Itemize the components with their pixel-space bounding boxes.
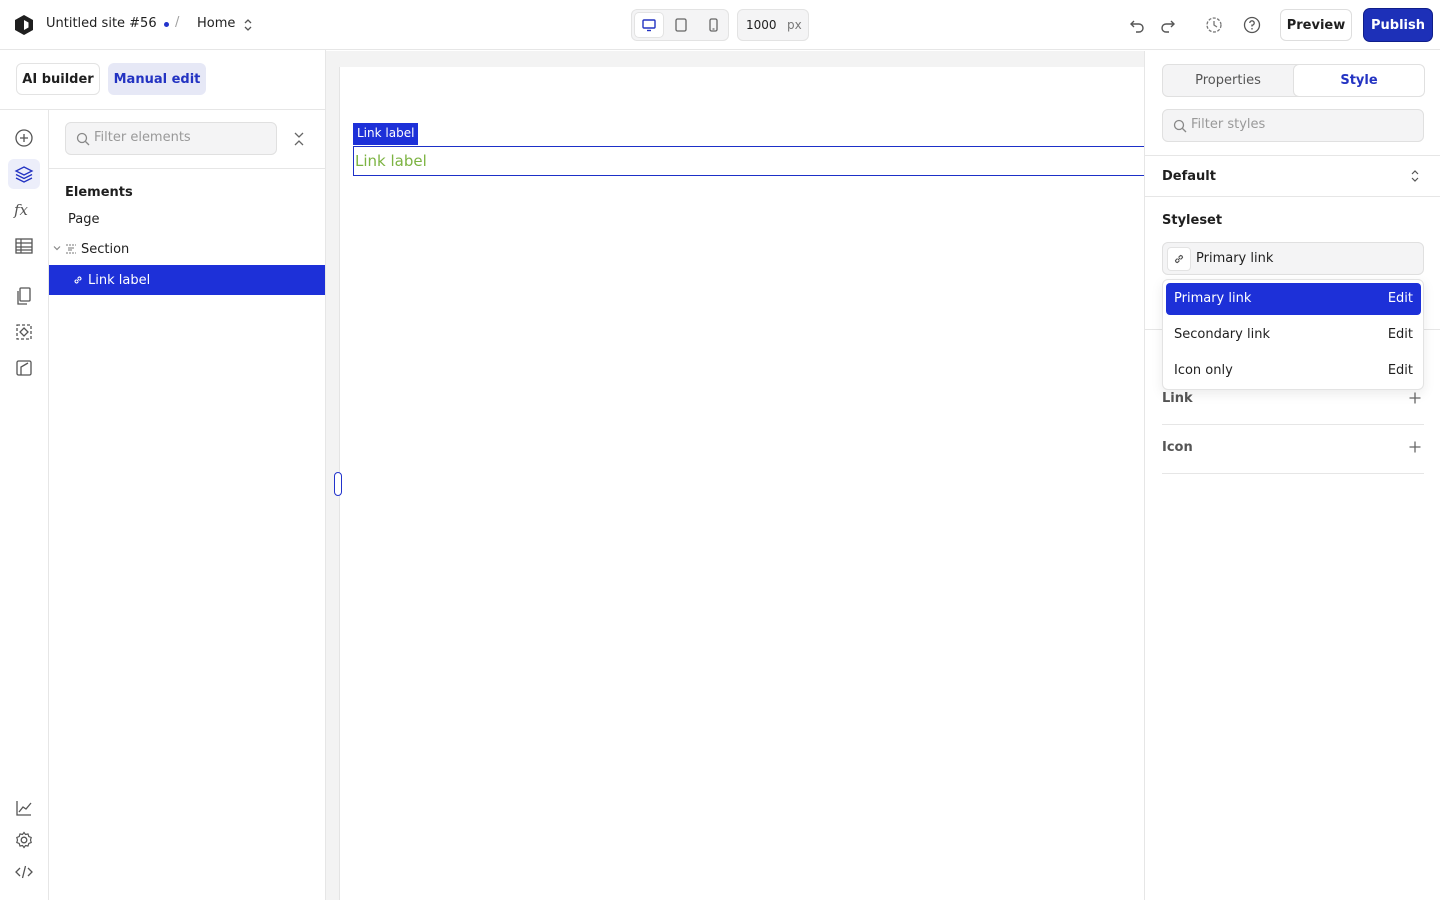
tree-item-link-label[interactable]: Link label	[49, 265, 325, 295]
chevron-up-down-icon	[1409, 169, 1421, 183]
svg-text:fx: fx	[13, 201, 29, 219]
tab-style[interactable]: Style	[1294, 65, 1424, 96]
unsaved-dot-icon	[164, 22, 169, 27]
styleset-option-icon-only[interactable]: Icon only Edit	[1166, 355, 1421, 387]
panel-tabs: Properties Style	[1162, 64, 1424, 97]
components-icon[interactable]	[8, 317, 40, 347]
filter-styles-field[interactable]	[1162, 109, 1424, 142]
history-icon[interactable]	[1204, 15, 1224, 35]
search-icon	[76, 132, 90, 146]
tab-properties[interactable]: Properties	[1163, 65, 1293, 96]
page-selector[interactable]: Home	[197, 16, 235, 31]
preview-button[interactable]: Preview	[1280, 9, 1352, 41]
tablet-icon[interactable]	[667, 13, 695, 37]
styleset-option-secondary-link[interactable]: Secondary link Edit	[1166, 319, 1421, 351]
elements-panel: Elements Page Section Link label	[49, 110, 326, 900]
chevron-up-down-icon[interactable]	[241, 17, 255, 33]
tree-item-section[interactable]: Section	[49, 234, 325, 264]
left-tool-rail: fx	[0, 110, 49, 900]
section-label: Link	[1162, 391, 1193, 406]
canvas-page[interactable]	[339, 67, 1144, 900]
icon-style-section[interactable]: Icon	[1162, 425, 1424, 474]
filter-elements-input[interactable]	[94, 130, 269, 145]
edit-styleset-button[interactable]: Edit	[1388, 363, 1413, 378]
search-icon	[1173, 119, 1187, 133]
tree-item-label: Page	[68, 211, 100, 227]
manual-edit-button[interactable]: Manual edit	[108, 63, 206, 95]
device-switcher	[631, 9, 729, 41]
styleset-select[interactable]: Primary link	[1162, 242, 1424, 275]
edit-styleset-button[interactable]: Edit	[1388, 291, 1413, 306]
add-icon[interactable]	[1408, 440, 1422, 454]
link-label-text[interactable]: Link label	[355, 152, 427, 170]
desktop-icon[interactable]	[635, 13, 663, 37]
filter-styles-input[interactable]	[1191, 117, 1416, 132]
style-panel: Properties Style Default Styleset Primar…	[1144, 51, 1440, 900]
tree-item-label: Section	[81, 241, 130, 257]
divider	[1145, 155, 1440, 156]
canvas-width-field[interactable]: 1000 px	[737, 9, 809, 41]
styleset-value: Primary link	[1196, 251, 1274, 266]
code-icon[interactable]	[8, 857, 40, 887]
site-name[interactable]: Untitled site #56	[46, 16, 157, 31]
app-logo-icon[interactable]	[13, 14, 35, 36]
theme-icon[interactable]	[8, 353, 40, 383]
mode-switcher: AI builder Manual edit	[0, 50, 326, 110]
formula-icon[interactable]: fx	[8, 195, 40, 225]
undo-icon[interactable]	[1127, 15, 1147, 35]
link-icon	[72, 274, 84, 286]
styleset-option-primary-link[interactable]: Primary link Edit	[1166, 283, 1421, 315]
selected-link-element[interactable]: Link label	[353, 146, 1145, 176]
add-icon[interactable]	[1408, 391, 1422, 405]
layers-icon[interactable]	[8, 159, 40, 189]
elements-heading: Elements	[65, 185, 133, 200]
link-icon	[1167, 247, 1191, 271]
option-label: Primary link	[1174, 291, 1252, 306]
tree-item-page[interactable]: Page	[49, 204, 325, 234]
ai-builder-button[interactable]: AI builder	[16, 63, 100, 95]
settings-gear-icon[interactable]	[8, 825, 40, 855]
collapse-all-icon[interactable]	[291, 131, 307, 147]
help-icon[interactable]	[1242, 15, 1262, 35]
state-value: Default	[1162, 168, 1216, 184]
redo-icon[interactable]	[1158, 15, 1178, 35]
option-label: Secondary link	[1174, 327, 1270, 342]
option-label: Icon only	[1174, 363, 1233, 378]
divider	[49, 168, 326, 169]
filter-elements-field[interactable]	[65, 122, 277, 155]
styleset-dropdown: Primary link Edit Secondary link Edit Ic…	[1162, 279, 1424, 390]
top-bar: Untitled site #56 / Home 1000 px Preview…	[0, 0, 1440, 50]
tree-item-label: Link label	[88, 272, 151, 288]
pages-icon[interactable]	[8, 281, 40, 311]
canvas-area: Link label Link label	[326, 51, 1145, 900]
breadcrumb-separator: /	[175, 15, 180, 30]
selection-tag[interactable]: Link label	[353, 123, 419, 145]
canvas-width-value[interactable]: 1000	[746, 18, 777, 32]
add-element-icon[interactable]	[8, 123, 40, 153]
canvas-resize-handle[interactable]	[334, 472, 342, 496]
mobile-icon[interactable]	[699, 13, 727, 37]
chevron-down-icon[interactable]	[52, 243, 62, 253]
divider	[1145, 196, 1440, 197]
analytics-icon[interactable]	[8, 793, 40, 823]
publish-button[interactable]: Publish	[1364, 9, 1432, 41]
state-selector[interactable]: Default	[1162, 160, 1424, 192]
section-label: Icon	[1162, 440, 1193, 455]
section-icon	[65, 243, 77, 255]
canvas-width-unit: px	[787, 18, 802, 32]
edit-styleset-button[interactable]: Edit	[1388, 327, 1413, 342]
styleset-heading: Styleset	[1162, 213, 1223, 228]
table-icon[interactable]	[8, 231, 40, 261]
